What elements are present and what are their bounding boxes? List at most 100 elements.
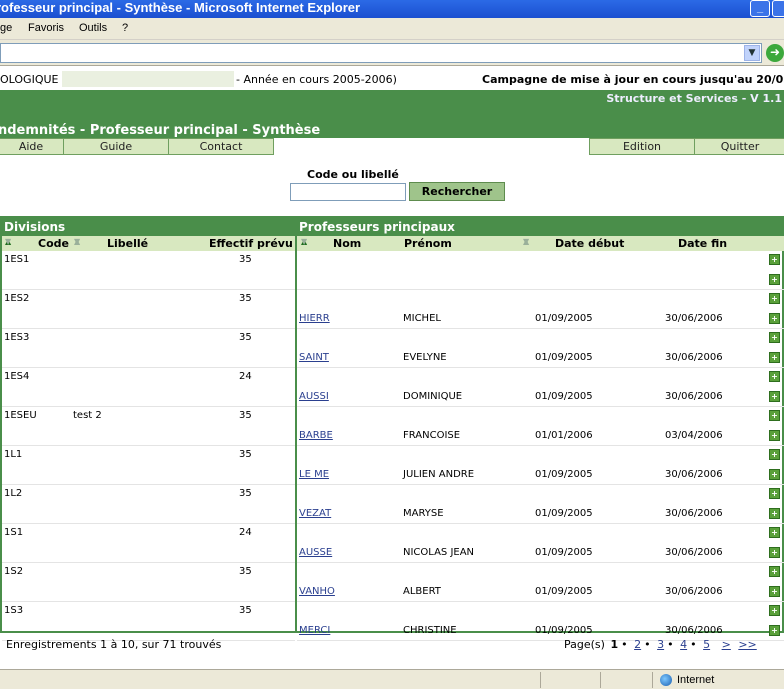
address-input[interactable]: ▼ <box>0 43 762 63</box>
prof-row: VANHO ALBERT 01/09/2005 30/06/2006 + + <box>297 563 784 602</box>
add-prof-icon[interactable]: + <box>769 371 780 382</box>
prof-date-debut: 01/09/2005 <box>535 625 593 636</box>
prof-nom-link[interactable]: HIERR <box>299 313 330 324</box>
edit-prof-icon[interactable]: + <box>769 586 780 597</box>
add-prof-icon[interactable]: + <box>769 254 780 265</box>
minimize-button[interactable]: _ <box>750 0 770 17</box>
prof-prenom: DOMINIQUE <box>403 391 463 402</box>
window-title-bar: rofesseur principal - Synthèse - Microso… <box>0 0 784 18</box>
prof-nom-link[interactable]: AUSSI <box>299 391 329 402</box>
nav-guide[interactable]: Guide <box>63 138 169 155</box>
prof-date-fin: 30/06/2006 <box>665 586 723 597</box>
division-row[interactable]: 1L1 35 <box>2 446 295 485</box>
maximize-button[interactable] <box>772 0 784 17</box>
chevron-down-icon[interactable]: ▼ <box>744 45 760 61</box>
add-prof-icon[interactable]: + <box>769 410 780 421</box>
edit-prof-icon[interactable]: + <box>769 430 780 441</box>
column-effectif[interactable]: Effectif prévu <box>209 237 293 250</box>
division-code: 1S2 <box>4 566 24 577</box>
division-row[interactable]: 1L2 35 <box>2 485 295 524</box>
prof-date-debut: 01/09/2005 <box>535 469 593 480</box>
division-row[interactable]: 1ESEU test 2 35 <box>2 407 295 446</box>
go-arrow-icon[interactable]: ➜ <box>766 44 784 62</box>
division-row[interactable]: 1ES3 35 <box>2 329 295 368</box>
prof-nom-link[interactable]: LE ME <box>299 469 329 480</box>
add-prof-icon[interactable]: + <box>769 293 780 304</box>
column-prenom[interactable]: Prénom <box>404 237 452 250</box>
prof-nom-link[interactable]: VANHO <box>299 586 335 597</box>
nav-quitter[interactable]: Quitter <box>694 138 784 155</box>
prof-prenom: FRANCOISE <box>403 430 461 441</box>
prof-nom-link[interactable]: BARBE <box>299 430 333 441</box>
prof-nom-link[interactable]: VEZAT <box>299 508 331 519</box>
prof-row: VEZAT MARYSE 01/09/2005 30/06/2006 + + <box>297 485 784 524</box>
search-input[interactable] <box>290 183 406 201</box>
edit-prof-icon[interactable]: + <box>769 352 780 363</box>
status-separator <box>652 672 653 688</box>
division-code: 1ES3 <box>4 332 30 343</box>
add-prof-icon[interactable]: + <box>769 566 780 577</box>
status-bar: Internet <box>0 669 784 689</box>
edit-prof-icon[interactable]: + <box>769 313 780 324</box>
division-row[interactable]: 1ES4 24 <box>2 368 295 407</box>
add-prof-icon[interactable]: + <box>769 527 780 538</box>
edit-prof-icon[interactable]: + <box>769 391 780 402</box>
edit-prof-icon[interactable]: + <box>769 625 780 636</box>
profs-panel: Professeurs principaux ▲ ▼ Nom Prénom ▲ ▼ … <box>295 216 784 641</box>
division-row[interactable]: 1S2 35 <box>2 563 295 602</box>
column-libelle[interactable]: Libellé <box>107 237 148 250</box>
menu-affichage[interactable]: ge <box>0 22 12 34</box>
pagination-footer: Enregistrements 1 à 10, sur 71 trouvés P… <box>0 636 784 656</box>
prof-nom-link[interactable]: AUSSE <box>299 547 332 558</box>
division-effectif: 35 <box>239 254 252 265</box>
nav-contact[interactable]: Contact <box>168 138 274 155</box>
column-date-fin[interactable]: Date fin <box>678 237 727 250</box>
menu-outils[interactable]: Outils <box>79 22 107 34</box>
add-prof-icon[interactable]: + <box>769 449 780 460</box>
page-link[interactable]: 2 <box>634 638 641 651</box>
profs-title: Professeurs principaux <box>297 218 784 236</box>
column-code[interactable]: Code <box>38 237 69 250</box>
division-code: 1ES4 <box>4 371 30 382</box>
next-page-link[interactable]: > <box>722 638 731 651</box>
last-page-link[interactable]: >> <box>738 638 756 651</box>
prof-nom-link[interactable]: MERCI <box>299 625 330 636</box>
division-row[interactable]: 1ES1 35 <box>2 251 295 290</box>
division-code: 1ESEU <box>4 410 37 421</box>
divisions-column-headers: ▲ ▼ Code ▲ ▼ Libellé Effectif prévu <box>2 236 295 251</box>
window-title: rofesseur principal - Synthèse - Microso… <box>0 0 361 15</box>
security-zone: Internet <box>677 674 715 686</box>
prof-date-fin: 30/06/2006 <box>665 547 723 558</box>
prof-date-fin: 30/06/2006 <box>665 391 723 402</box>
edit-prof-icon[interactable]: + <box>769 547 780 558</box>
add-prof-icon[interactable]: + <box>769 605 780 616</box>
app-version: Structure et Services - V 1.1 <box>606 92 782 105</box>
add-prof-icon[interactable]: + <box>769 332 780 343</box>
division-effectif: 24 <box>239 371 252 382</box>
prof-nom-link[interactable]: SAINT <box>299 352 329 363</box>
nav-edition[interactable]: Edition <box>589 138 695 155</box>
page-link[interactable]: 3 <box>657 638 664 651</box>
edit-prof-icon[interactable]: + <box>769 469 780 480</box>
column-nom[interactable]: Nom <box>333 237 361 250</box>
division-code: 1L1 <box>4 449 23 460</box>
search-label: Code ou libellé <box>307 168 399 181</box>
etablissement-name-field <box>62 71 234 87</box>
search-button[interactable]: Rechercher <box>409 182 505 201</box>
column-date-debut[interactable]: Date début <box>555 237 624 250</box>
menu-help[interactable]: ? <box>122 22 128 34</box>
division-effectif: 35 <box>239 293 252 304</box>
page-link[interactable]: 4 <box>680 638 687 651</box>
division-effectif: 35 <box>239 410 252 421</box>
nav-aide[interactable]: Aide <box>0 138 64 155</box>
page-link[interactable]: 5 <box>703 638 710 651</box>
edit-prof-icon[interactable]: + <box>769 508 780 519</box>
prof-date-fin: 30/06/2006 <box>665 508 723 519</box>
division-row[interactable]: 1ES2 35 <box>2 290 295 329</box>
division-row[interactable]: 1S1 24 <box>2 524 295 563</box>
edit-prof-icon[interactable]: + <box>769 274 780 285</box>
prof-date-debut: 01/09/2005 <box>535 508 593 519</box>
division-effectif: 35 <box>239 605 252 616</box>
menu-favoris[interactable]: Favoris <box>28 22 64 34</box>
add-prof-icon[interactable]: + <box>769 488 780 499</box>
